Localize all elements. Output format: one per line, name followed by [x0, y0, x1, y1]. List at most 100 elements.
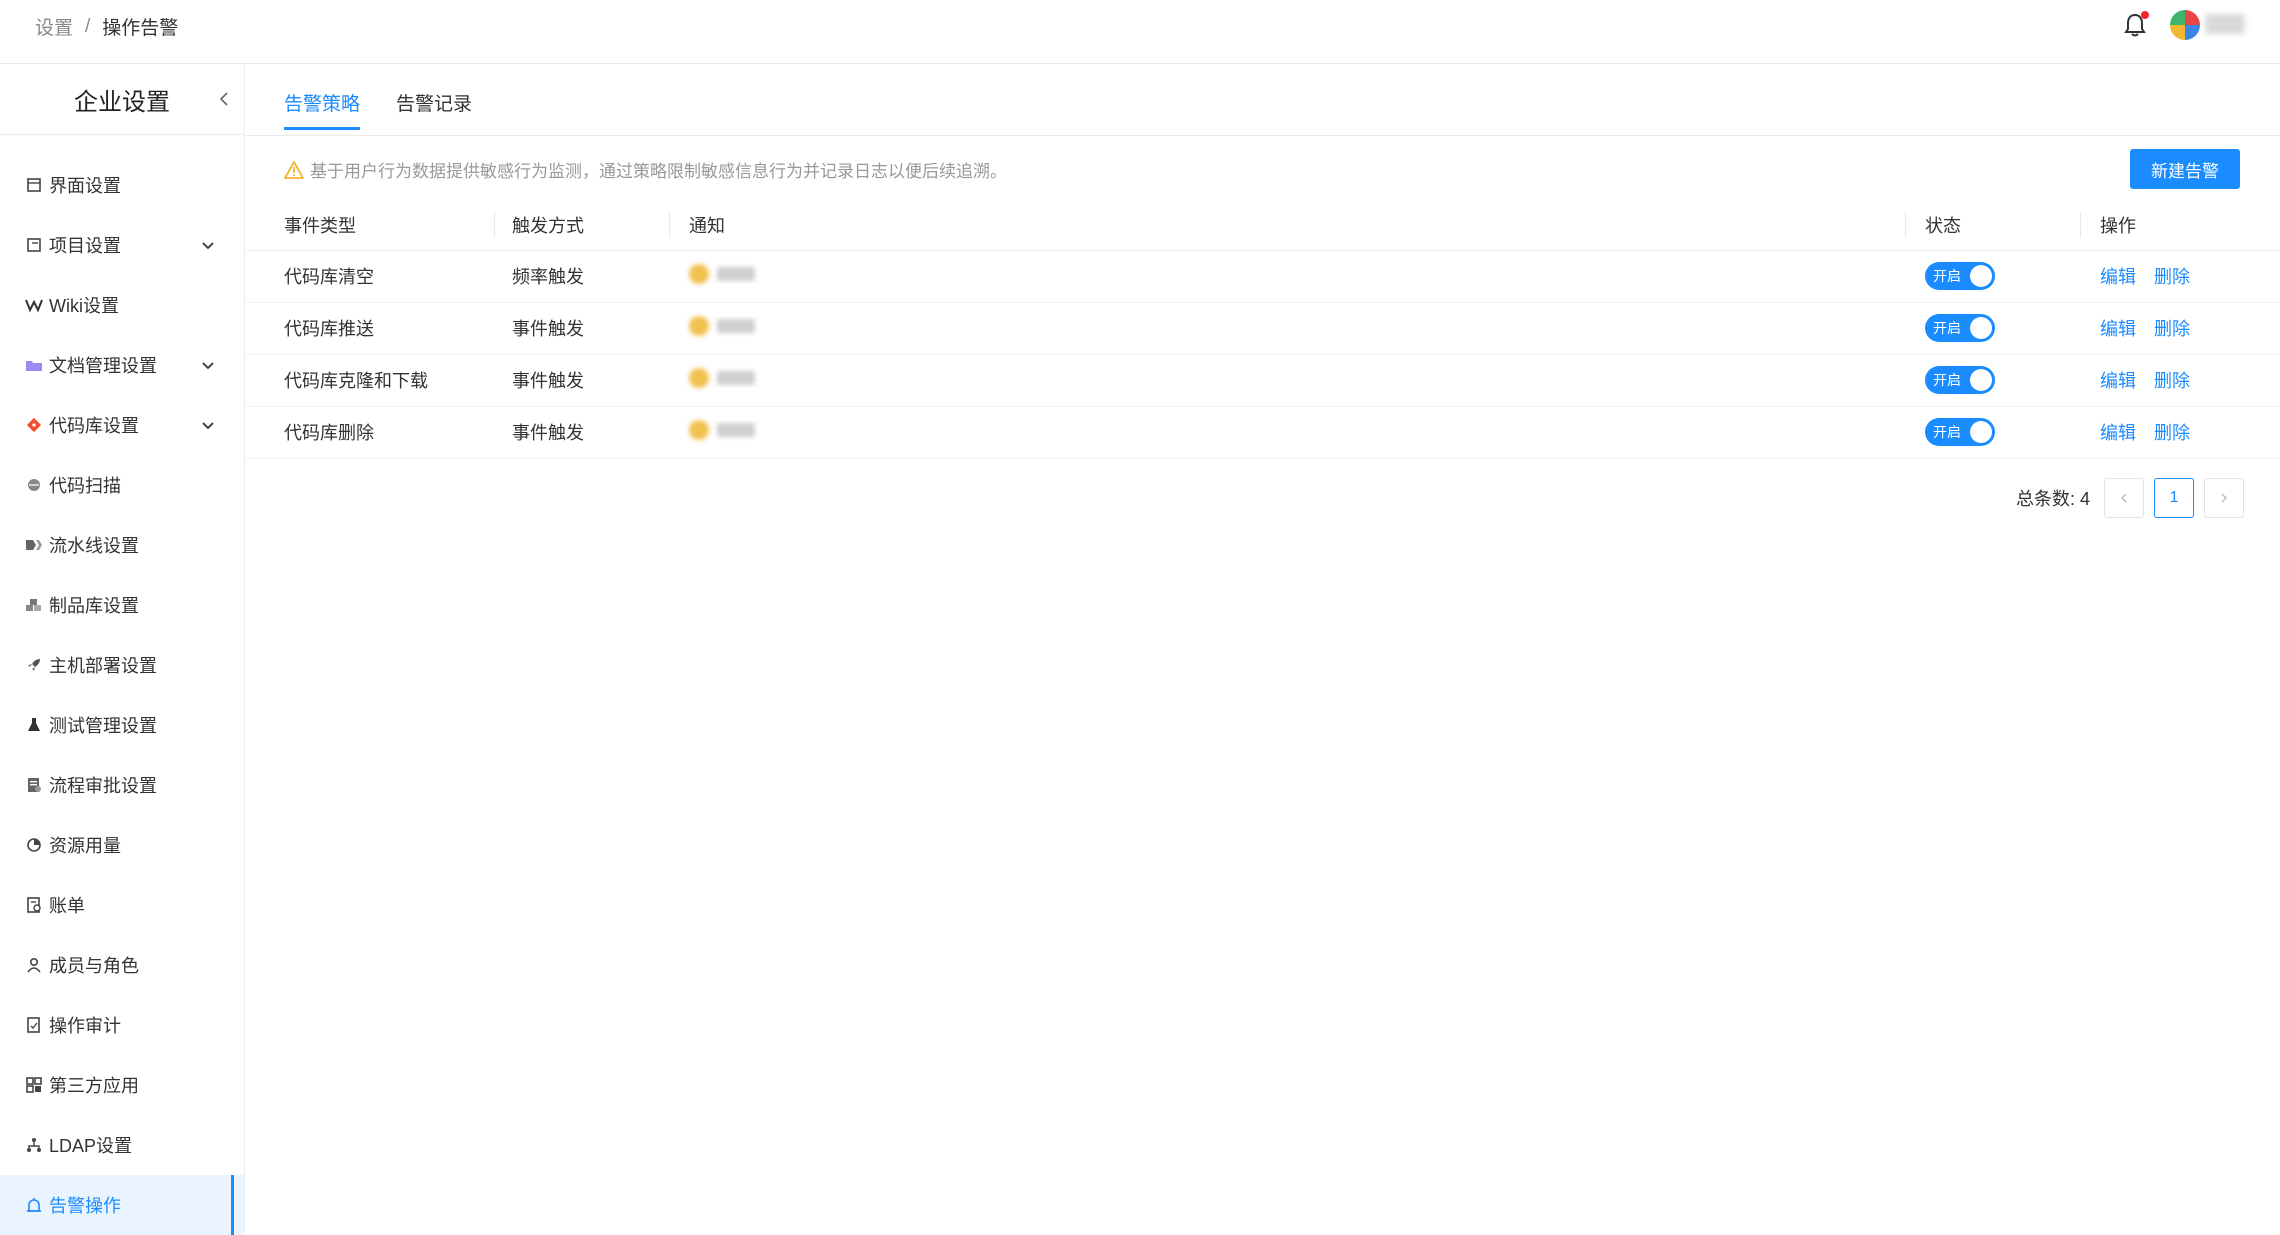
- pagination: 总条数: 4 1: [2016, 478, 2245, 518]
- sidebar-item-label: LDAP设置: [49, 1136, 133, 1156]
- sidebar-item-approval[interactable]: 流程审批设置: [0, 755, 244, 815]
- status-toggle[interactable]: 开启: [1925, 418, 1995, 446]
- header-trigger-label: 触发方式: [512, 215, 584, 236]
- cell-event-type: 代码库克隆和下载: [246, 354, 494, 407]
- chevron-right-icon: [2221, 493, 2228, 503]
- edit-link[interactable]: 编辑: [2100, 371, 2136, 391]
- project-icon: [25, 236, 43, 254]
- edit-link[interactable]: 编辑: [2100, 267, 2136, 287]
- user-icon: [25, 956, 43, 974]
- cell-notify: [669, 302, 1905, 355]
- notice-text: 基于用户行为数据提供敏感行为监测，通过策略限制敏感信息行为并记录日志以便后续追溯…: [310, 162, 1007, 181]
- toggle-knob: [1970, 317, 1992, 339]
- sidebar-item-ldap[interactable]: LDAP设置: [0, 1115, 244, 1175]
- cell-event-type: 代码库推送: [246, 302, 494, 355]
- delete-link[interactable]: 删除: [2154, 319, 2190, 339]
- sidebar: 企业设置 界面设置项目设置 Wiki设置文档管理设置代码库设置代码扫描流水线设置制…: [0, 65, 245, 1235]
- sidebar-item-label: 第三方应用: [49, 1076, 139, 1096]
- notice-bar: 基于用户行为数据提供敏感行为监测，通过策略限制敏感信息行为并记录日志以便后续追溯…: [284, 157, 1007, 182]
- notify-recipient-blurred: [689, 263, 755, 284]
- cell-status: 开启: [1905, 406, 2080, 459]
- notify-recipient-blurred: [689, 315, 755, 336]
- rocket-icon: [25, 656, 43, 674]
- sidebar-item-label: Wiki设置: [49, 296, 119, 316]
- user-name-blurred[interactable]: [2205, 14, 2245, 34]
- sidebar-title: 企业设置: [74, 89, 170, 116]
- notify-recipient-blurred: [689, 419, 755, 440]
- delete-link[interactable]: 删除: [2154, 371, 2190, 391]
- sidebar-item-pie[interactable]: 资源用量: [0, 815, 244, 875]
- toggle-label: 开启: [1933, 320, 1961, 336]
- sidebar-item-label: 项目设置: [49, 236, 121, 256]
- sidebar-item-wiki[interactable]: Wiki设置: [0, 275, 244, 335]
- header-notify-label: 通知: [689, 215, 725, 236]
- sidebar-item-label: 文档管理设置: [49, 356, 157, 376]
- sidebar-header: 企业设置: [0, 65, 244, 135]
- page-number-button[interactable]: 1: [2154, 478, 2195, 518]
- next-page-button[interactable]: [2204, 478, 2245, 518]
- sidebar-item-label: 流水线设置: [49, 536, 139, 556]
- toggle-knob: [1970, 369, 1992, 391]
- sidebar-item-label: 代码扫描: [49, 476, 121, 496]
- cell-notify: [669, 354, 1905, 407]
- avatar[interactable]: [2170, 10, 2200, 40]
- cell-status: 开启: [1905, 250, 2080, 303]
- header-status: 状态: [1905, 200, 2080, 251]
- sidebar-item-bill[interactable]: 账单: [0, 875, 244, 935]
- sidebar-item-alarm[interactable]: 告警操作: [0, 1175, 244, 1235]
- table-row: 代码库清空 频率触发 开启 编辑 删除: [246, 250, 2280, 303]
- sidebar-item-label: 主机部署设置: [49, 656, 157, 676]
- sidebar-item-pipeline[interactable]: 流水线设置: [0, 515, 244, 575]
- edit-link[interactable]: 编辑: [2100, 319, 2136, 339]
- sidebar-item-flask[interactable]: 测试管理设置: [0, 695, 244, 755]
- sidebar-item-project[interactable]: 项目设置: [0, 215, 244, 275]
- cell-operation: 编辑 删除: [2080, 354, 2280, 407]
- header-notify: 通知: [669, 200, 1905, 251]
- sidebar-item-git[interactable]: 代码库设置: [0, 395, 244, 455]
- delete-link[interactable]: 删除: [2154, 267, 2190, 287]
- sidebar-item-rocket[interactable]: 主机部署设置: [0, 635, 244, 695]
- prev-page-button[interactable]: [2104, 478, 2145, 518]
- total-count: 总条数: 4: [2016, 485, 2090, 511]
- chevron-down-icon[interactable]: [200, 237, 216, 253]
- total-value: 4: [2080, 489, 2091, 509]
- chevron-down-icon[interactable]: [200, 357, 216, 373]
- warning-icon: [284, 160, 304, 179]
- cell-operation: 编辑 删除: [2080, 302, 2280, 355]
- alarm-icon: [25, 1196, 43, 1214]
- tab-alert-records[interactable]: 告警记录: [396, 89, 472, 116]
- status-toggle[interactable]: 开启: [1925, 262, 1995, 290]
- sidebar-item-label: 制品库设置: [49, 596, 139, 616]
- sidebar-item-label: 流程审批设置: [49, 776, 157, 796]
- status-toggle[interactable]: 开启: [1925, 366, 1995, 394]
- top-bar: 设置 / 操作告警: [0, 0, 2280, 64]
- scan-icon: [25, 476, 43, 494]
- chevron-down-icon[interactable]: [200, 417, 216, 433]
- artifact-icon: [25, 596, 43, 614]
- apps-icon: [25, 1076, 43, 1094]
- sidebar-item-scan[interactable]: 代码扫描: [0, 455, 244, 515]
- cell-operation: 编辑 删除: [2080, 406, 2280, 459]
- tab-bar: 告警策略 告警记录: [246, 65, 2280, 136]
- edit-link[interactable]: 编辑: [2100, 423, 2136, 443]
- breadcrumb-parent[interactable]: 设置: [35, 13, 73, 40]
- cell-notify: [669, 406, 1905, 459]
- sidebar-item-apps[interactable]: 第三方应用: [0, 1055, 244, 1115]
- cell-event-type: 代码库删除: [246, 406, 494, 459]
- bell-icon[interactable]: [2120, 10, 2150, 40]
- sidebar-item-audit[interactable]: 操作审计: [0, 995, 244, 1055]
- sidebar-item-user[interactable]: 成员与角色: [0, 935, 244, 995]
- sidebar-item-layout[interactable]: 界面设置: [0, 155, 244, 215]
- tab-alert-policy[interactable]: 告警策略: [284, 89, 361, 130]
- layout-icon: [25, 176, 43, 194]
- cell-event-type: 代码库清空: [246, 250, 494, 303]
- status-toggle[interactable]: 开启: [1925, 314, 1995, 342]
- delete-link[interactable]: 删除: [2154, 423, 2190, 443]
- breadcrumb-separator: /: [85, 15, 91, 37]
- sidebar-item-artifact[interactable]: 制品库设置: [0, 575, 244, 635]
- pipeline-icon: [25, 536, 43, 554]
- new-alert-button[interactable]: 新建告警: [2130, 149, 2240, 189]
- sidebar-item-folder[interactable]: 文档管理设置: [0, 335, 244, 395]
- collapse-sidebar-icon[interactable]: [212, 87, 236, 111]
- header-trigger: 触发方式: [494, 200, 669, 251]
